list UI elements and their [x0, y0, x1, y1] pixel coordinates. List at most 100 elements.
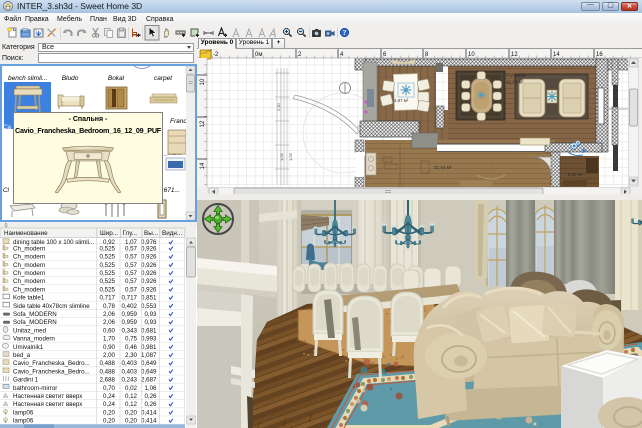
svg-text:0,403: 0,403 — [122, 368, 138, 375]
svg-text:carpet: carpet — [154, 75, 173, 82]
svg-text:1,02: 1,02 — [279, 152, 284, 161]
svg-text:2,06: 2,06 — [103, 319, 116, 326]
svg-text:Cavio_Francheska_Bedro...: Cavio_Francheska_Bedro... — [13, 368, 90, 375]
svg-text:0,926: 0,926 — [141, 278, 157, 285]
svg-text:16: 16 — [596, 52, 603, 58]
svg-text:0,993: 0,993 — [141, 336, 157, 343]
svg-text:Настенная светит вверх: Настенная светит вверх — [13, 401, 83, 408]
svg-text:0,26: 0,26 — [144, 393, 157, 400]
svg-text:42,02 м²: 42,02 м² — [506, 80, 524, 85]
svg-text:lamp06: lamp06 — [13, 418, 34, 425]
svg-text:Ch_modern: Ch_modern — [13, 245, 46, 252]
svg-text:bathroom-mirror: bathroom-mirror — [13, 385, 57, 392]
svg-text:0м: 0м — [255, 52, 262, 58]
svg-text:lamp06: lamp06 — [13, 409, 34, 416]
svg-text:Гостиная: Гостиная — [506, 73, 526, 78]
svg-text:0,649: 0,649 — [141, 360, 157, 367]
svg-text:2,00: 2,00 — [103, 352, 116, 359]
svg-text:4,87 м²: 4,87 м² — [394, 98, 409, 103]
svg-text:0,20: 0,20 — [103, 418, 116, 425]
svg-text:Вы...: Вы... — [144, 230, 158, 237]
svg-text:Ch_modern: Ch_modern — [13, 278, 46, 285]
svg-text:0,959: 0,959 — [122, 319, 138, 326]
svg-text:12: 12 — [511, 52, 518, 58]
svg-text:Ch_modern: Ch_modern — [13, 286, 46, 293]
svg-text:0,488: 0,488 — [100, 360, 116, 367]
svg-text:0,525: 0,525 — [100, 254, 116, 261]
svg-text:Ch_modern: Ch_modern — [13, 262, 46, 269]
svg-text:0,553: 0,553 — [141, 303, 157, 310]
svg-text:0,926: 0,926 — [141, 262, 157, 269]
svg-text:Настенная светит вверх: Настенная светит вверх — [13, 393, 83, 400]
svg-text:0,926: 0,926 — [141, 270, 157, 277]
svg-text:1,087: 1,087 — [141, 352, 157, 359]
svg-text:2,688: 2,688 — [100, 377, 116, 384]
svg-text:0,12: 0,12 — [125, 401, 138, 408]
svg-text:0,60: 0,60 — [103, 327, 116, 334]
svg-text:Ca: Ca — [3, 124, 11, 131]
svg-text:Глу...: Глу... — [123, 230, 138, 237]
svg-text:0,488: 0,488 — [100, 368, 116, 375]
svg-text:1,06: 1,06 — [144, 385, 157, 392]
svg-text:12: 12 — [200, 120, 206, 127]
svg-text:Vanna_modern: Vanna_modern — [13, 336, 55, 343]
svg-text:?: ? — [343, 28, 347, 37]
svg-text:bench slimli...: bench slimli... — [8, 75, 48, 82]
svg-text:0,20: 0,20 — [103, 409, 116, 416]
svg-text:0,75: 0,75 — [125, 336, 138, 343]
svg-text:-2: -2 — [213, 52, 219, 58]
svg-text:0,959: 0,959 — [122, 311, 138, 318]
svg-text:Cl: Cl — [3, 187, 9, 194]
svg-text:0,343: 0,343 — [122, 327, 138, 334]
svg-text:Видн...: Видн... — [162, 230, 182, 237]
svg-text:1,70: 1,70 — [103, 336, 116, 343]
svg-text:0,46: 0,46 — [125, 344, 138, 351]
svg-text:Sofa_MODERN: Sofa_MODERN — [13, 319, 57, 326]
svg-text:2,687: 2,687 — [141, 377, 157, 384]
svg-text:0,93: 0,93 — [144, 319, 157, 326]
svg-text:Наименование: Наименование — [4, 230, 48, 237]
svg-text:0,649: 0,649 — [141, 368, 157, 375]
svg-text:21,44 м²: 21,44 м² — [434, 165, 452, 170]
svg-text:2,06: 2,06 — [103, 311, 116, 318]
svg-text:0,414: 0,414 — [141, 418, 157, 425]
svg-text:14: 14 — [200, 162, 206, 169]
svg-text:0,525: 0,525 — [100, 262, 116, 269]
svg-text:0,90: 0,90 — [103, 344, 116, 351]
svg-text:0,717: 0,717 — [100, 295, 116, 302]
svg-text:0,57: 0,57 — [125, 262, 138, 269]
svg-text:0,851: 0,851 — [141, 295, 157, 302]
svg-text:14: 14 — [553, 52, 560, 58]
svg-text:0,926: 0,926 — [141, 286, 157, 293]
svg-text:0,717: 0,717 — [122, 295, 138, 302]
svg-text:0,02: 0,02 — [125, 385, 138, 392]
svg-text:0,681: 0,681 — [141, 327, 157, 334]
svg-text:Шир...: Шир... — [100, 230, 118, 237]
svg-text:0,926: 0,926 — [141, 254, 157, 261]
svg-text:0,57: 0,57 — [125, 270, 138, 277]
svg-text:0,24: 0,24 — [103, 393, 116, 400]
svg-text:10: 10 — [468, 52, 475, 58]
svg-text:0,402: 0,402 — [122, 303, 138, 310]
svg-text:2,40: 2,40 — [276, 102, 281, 111]
svg-text:Unitaz_med: Unitaz_med — [13, 327, 47, 334]
svg-text:0,12: 0,12 — [125, 393, 138, 400]
svg-text:1,03: 1,03 — [288, 152, 293, 161]
svg-text:0,981: 0,981 — [141, 344, 157, 351]
svg-text:Umivalnik1: Umivalnik1 — [13, 344, 44, 351]
svg-text:0,57: 0,57 — [125, 278, 138, 285]
svg-text:Kofe table1: Kofe table1 — [13, 295, 45, 302]
svg-text:0,525: 0,525 — [100, 245, 116, 252]
svg-text:Side table 40x78cm slimline: Side table 40x78cm slimline — [13, 303, 90, 310]
svg-text:0,24: 0,24 — [103, 401, 116, 408]
svg-text:0,78: 0,78 — [103, 303, 116, 310]
svg-text:0,70: 0,70 — [103, 385, 116, 392]
svg-text:10: 10 — [200, 78, 206, 85]
svg-text:8,57 м²: 8,57 м² — [568, 172, 583, 177]
svg-text:0,926: 0,926 — [141, 245, 157, 252]
svg-text:0,525: 0,525 — [100, 270, 116, 277]
svg-text:Bludo: Bludo — [62, 75, 79, 82]
svg-text:0,403: 0,403 — [122, 360, 138, 367]
svg-text:Bokal: Bokal — [108, 75, 125, 82]
svg-text:0,525: 0,525 — [100, 286, 116, 293]
